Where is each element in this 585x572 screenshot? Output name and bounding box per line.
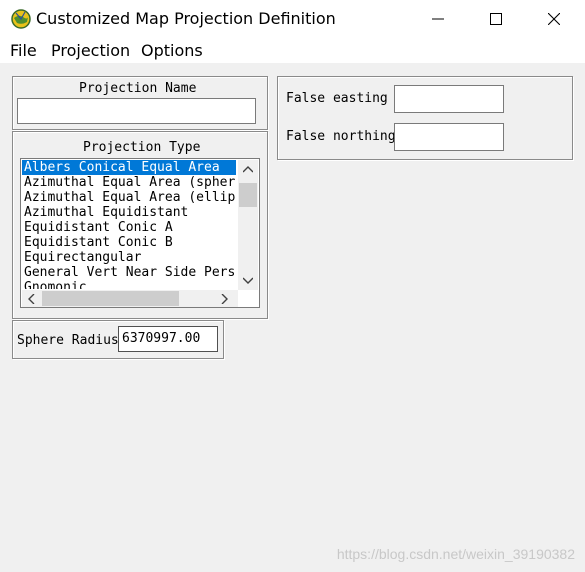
projection-type-items: Albers Conical Equal Area Azimuthal Equal… — [22, 160, 236, 289]
projection-list-item[interactable]: Gnomonic — [22, 280, 236, 289]
projection-name-group: Projection Name — [12, 76, 268, 130]
projection-list-item[interactable]: Azimuthal Equidistant — [22, 205, 236, 220]
projection-list-item[interactable]: Azimuthal Equal Area (sphere — [22, 175, 236, 190]
projection-list-item[interactable]: Equirectangular — [22, 250, 236, 265]
sphere-radius-group: Sphere Radius 6370997.00 — [12, 320, 224, 359]
scroll-down-arrow-icon[interactable] — [243, 277, 253, 284]
false-easting-label: False easting — [286, 91, 388, 106]
false-northing-label: False northing — [286, 129, 396, 144]
projection-list-item[interactable]: General Vert Near Side Persp — [22, 265, 236, 280]
close-button[interactable] — [525, 0, 583, 38]
projection-list-item[interactable]: Albers Conical Equal Area — [22, 160, 236, 175]
scroll-up-arrow-icon[interactable] — [243, 166, 253, 173]
projection-name-input[interactable] — [17, 98, 256, 124]
window-title: Customized Map Projection Definition — [36, 9, 336, 28]
menu-file[interactable]: File — [10, 41, 37, 60]
menu-bar: File Projection Options — [0, 38, 585, 63]
projection-list-item[interactable]: Azimuthal Equal Area (ellips — [22, 190, 236, 205]
vertical-scroll-thumb[interactable] — [239, 183, 257, 207]
menu-options[interactable]: Options — [141, 41, 203, 60]
minimize-button[interactable] — [409, 0, 467, 38]
menu-projection[interactable]: Projection — [51, 41, 130, 60]
projection-type-group: Projection Type Albers Conical Equal Are… — [12, 131, 268, 319]
horizontal-scrollbar[interactable] — [22, 290, 238, 307]
vertical-scrollbar[interactable] — [238, 160, 258, 290]
maximize-button[interactable] — [467, 0, 525, 38]
maximize-icon — [490, 13, 502, 25]
projection-type-label: Projection Type — [83, 140, 201, 155]
minimize-icon — [432, 18, 444, 20]
horizontal-scroll-thumb[interactable] — [42, 291, 179, 306]
sphere-radius-label: Sphere Radius — [17, 333, 119, 348]
scroll-right-arrow-icon[interactable] — [221, 294, 228, 304]
projection-name-label: Projection Name — [79, 81, 197, 96]
watermark: https://blog.csdn.net/weixin_39190382 — [336, 546, 575, 562]
projection-list-item[interactable]: Equidistant Conic A — [22, 220, 236, 235]
sphere-radius-input[interactable]: 6370997.00 — [118, 326, 218, 352]
projection-type-list[interactable]: Albers Conical Equal Area Azimuthal Equal… — [20, 158, 260, 308]
false-offsets-group: False easting False northing — [277, 76, 573, 160]
false-easting-input[interactable] — [394, 85, 504, 113]
title-bar: Customized Map Projection Definition — [0, 0, 585, 38]
scroll-left-arrow-icon[interactable] — [28, 294, 35, 304]
close-icon — [548, 13, 560, 25]
false-northing-input[interactable] — [394, 123, 504, 151]
projection-list-item[interactable]: Equidistant Conic B — [22, 235, 236, 250]
app-globe-icon — [11, 9, 31, 29]
